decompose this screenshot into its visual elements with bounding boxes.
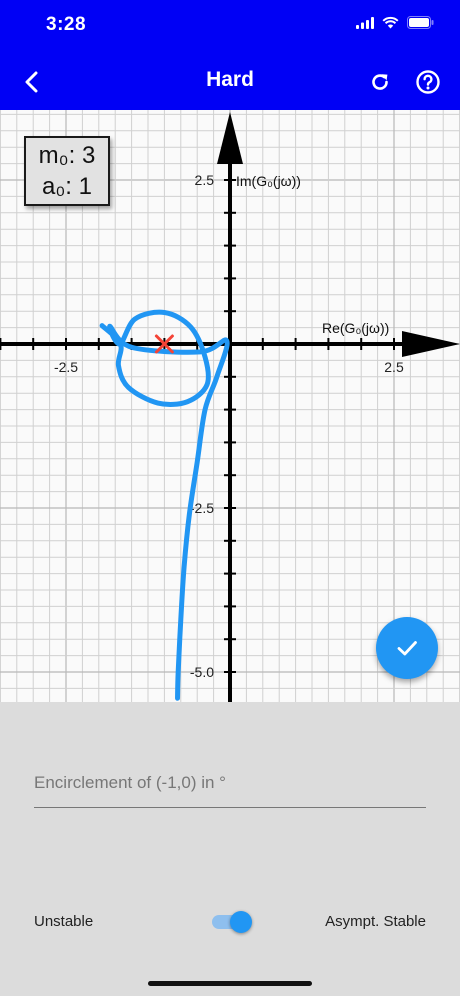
x-tick-label: 2.5: [384, 359, 404, 375]
x-axis-label: Re(G₀(jω)): [322, 320, 389, 336]
status-icons: [356, 16, 434, 29]
status-bar: 3:28: [0, 0, 460, 52]
x-axis-arrow: [402, 331, 460, 357]
battery-icon: [407, 16, 434, 29]
status-time: 3:28: [46, 14, 87, 35]
wifi-icon: [382, 16, 399, 29]
param-a: a₀: 1: [42, 173, 92, 200]
refresh-icon: [372, 74, 388, 90]
check-icon: [397, 641, 417, 656]
parameter-box: m₀: 3 a₀: 1: [24, 136, 110, 206]
encirclement-input[interactable]: [34, 758, 426, 808]
help-circle-icon: [416, 70, 440, 94]
y-axis-label: Im(G₀(jω)): [236, 173, 301, 189]
y-axis-arrow: [217, 112, 243, 164]
signal-icon: [356, 16, 374, 29]
switch-thumb: [230, 911, 252, 933]
y-tick-label: 2.5: [195, 172, 215, 188]
x-tick-label: -2.5: [54, 359, 78, 375]
home-indicator: [148, 981, 312, 986]
submit-answer-button[interactable]: [376, 617, 438, 679]
param-m: m₀: 3: [38, 142, 96, 169]
refresh-button[interactable]: [362, 64, 398, 100]
answer-panel: [0, 702, 460, 996]
asympt-stable-label: Asympt. Stable: [325, 913, 426, 930]
app-bar: Hard: [0, 52, 460, 110]
y-tick-label: -5.0: [190, 664, 214, 680]
stability-switch[interactable]: [210, 910, 252, 934]
unstable-label: Unstable: [34, 913, 94, 930]
help-button[interactable]: [410, 64, 446, 100]
y-tick-label: -2.5: [190, 500, 214, 516]
